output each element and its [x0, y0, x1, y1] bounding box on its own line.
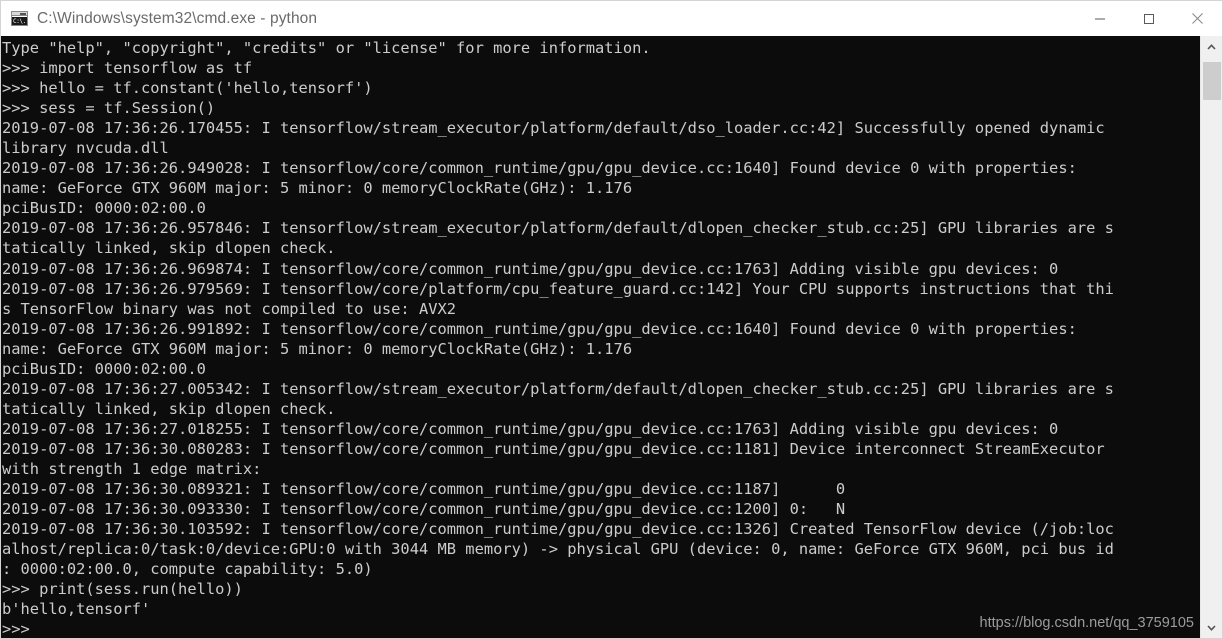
scroll-down-button[interactable] [1201, 617, 1222, 639]
window-title: C:\Windows\system32\cmd.exe - python [37, 9, 318, 27]
icon-prompt-text: C:\. [12, 17, 27, 25]
close-icon [1192, 13, 1203, 24]
cmd-window: C:\. C:\Windows\system32\cmd.exe - pytho… [0, 0, 1223, 639]
close-button[interactable] [1173, 1, 1222, 36]
console-output-area[interactable]: Type "help", "copyright", "credits" or "… [1, 36, 1222, 639]
chevron-up-icon [1207, 44, 1216, 50]
minimize-button[interactable] [1075, 1, 1124, 36]
cmd-console-icon: C:\. [11, 11, 28, 26]
console-text: Type "help", "copyright", "credits" or "… [2, 39, 1114, 639]
scrollbar-thumb[interactable] [1203, 62, 1221, 100]
console-scrollbar[interactable] [1200, 36, 1222, 639]
minimize-icon [1094, 18, 1105, 19]
window-titlebar[interactable]: C:\. C:\Windows\system32\cmd.exe - pytho… [1, 1, 1222, 36]
maximize-icon [1143, 13, 1154, 24]
scroll-up-button[interactable] [1201, 36, 1222, 58]
icon-buttons-dots [20, 13, 26, 15]
chevron-down-icon [1207, 625, 1216, 631]
window-controls [1075, 1, 1222, 36]
maximize-button[interactable] [1124, 1, 1173, 36]
